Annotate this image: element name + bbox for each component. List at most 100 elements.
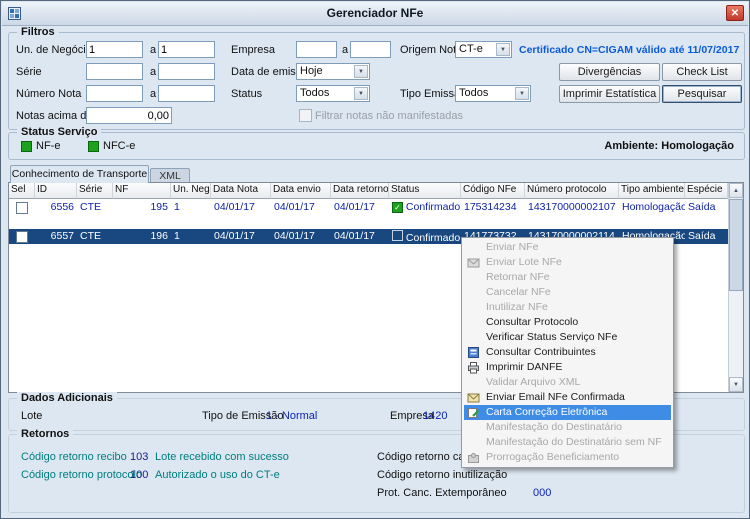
menu-item-manifestacao-destinatario: Manifestação do Destinatário <box>486 421 622 433</box>
column-header-numero-protocolo[interactable]: Número protocolo <box>525 183 619 199</box>
cell-id: 6556 <box>50 201 74 213</box>
title-bar[interactable]: Gerenciador NFe ✕ <box>2 2 748 26</box>
nfe-status-green-icon <box>21 141 32 152</box>
serie-to-input[interactable] <box>158 63 215 80</box>
recibo-mensagem: Lote recebido com sucesso <box>155 451 289 463</box>
numero-nota-from-input[interactable] <box>86 85 143 102</box>
menu-item-cancelar-nfe: Cancelar NFe <box>486 286 551 298</box>
tab-conhecimento-transporte[interactable]: Conhecimento de Transporte <box>10 165 149 183</box>
close-button[interactable]: ✕ <box>726 5 744 21</box>
cell-data-nota: 04/01/17 <box>214 230 255 242</box>
context-menu: Enviar NFe Enviar Lote NFe Retornar NFe … <box>461 237 674 468</box>
menu-item-retornar-nfe: Retornar NFe <box>486 271 550 283</box>
menu-item-imprimir-danfe[interactable]: Imprimir DANFE <box>464 360 671 375</box>
column-header-tipo-ambiente[interactable]: Tipo ambiente <box>619 183 685 199</box>
filtrar-manifestadas-label: Filtrar notas não manifestadas <box>315 110 463 122</box>
un-negocio-label: Un. de Negócio <box>16 44 92 56</box>
menu-item-consultar-protocolo[interactable]: Consultar Protocolo <box>464 315 671 330</box>
column-header-nf[interactable]: NF <box>113 183 171 199</box>
column-header-sel[interactable]: Sel <box>9 183 35 199</box>
notas-acima-input[interactable] <box>86 107 172 124</box>
column-header-data-envio[interactable]: Data envio <box>271 183 331 199</box>
serie-label: Série <box>16 66 42 78</box>
cell-codigo-nfe: 175314234 <box>464 201 517 213</box>
cell-serie: CTE <box>80 201 101 213</box>
tab-xml[interactable]: XML <box>150 168 190 183</box>
pesquisar-button[interactable]: Pesquisar <box>662 85 742 103</box>
retornos-title: Retornos <box>17 428 74 440</box>
table-row[interactable]: 6556 CTE 195 1 04/01/17 04/01/17 04/01/1… <box>9 200 728 215</box>
check-list-button[interactable]: Check List <box>662 63 742 81</box>
cell-tipo-ambiente: Homologação <box>622 201 685 213</box>
nfce-status-green-icon <box>88 141 99 152</box>
origem-nota-label: Origem Nota <box>400 44 463 56</box>
column-header-status[interactable]: Status <box>389 183 461 199</box>
imprimir-estatistica-button[interactable]: Imprimir Estatística <box>559 85 660 103</box>
menu-item-enviar-email-nfe-confirmada[interactable]: Enviar Email NFe Confirmada <box>464 390 671 405</box>
codigo-retorno-protocolo-label: Código retorno protocolo <box>21 469 143 481</box>
status-select[interactable]: Todos ▼ <box>296 85 370 102</box>
column-header-un-neg[interactable]: Un. Neg. <box>171 183 211 199</box>
cell-status: Confirmado <box>405 232 461 244</box>
status-servico-title: Status Serviço <box>17 126 102 138</box>
ambiente-text: Ambiente: Homologação <box>604 140 734 152</box>
origem-nota-select[interactable]: CT-e ▼ <box>455 41 512 58</box>
scroll-up-button[interactable]: ▲ <box>729 183 743 198</box>
gerenciador-nfe-window: Gerenciador NFe ✕ Filtros Un. de Negócio… <box>0 0 750 519</box>
tipo-emissao-select[interactable]: Todos ▼ <box>455 85 531 102</box>
tipo-emissao-dados-value: 1 - Normal <box>266 410 318 422</box>
vertical-scrollbar[interactable]: ▲ ▼ <box>728 183 743 392</box>
scroll-down-button[interactable]: ▼ <box>729 377 743 392</box>
cell-un-neg: 1 <box>174 201 180 213</box>
notas-acima-label: Notas acima de <box>16 110 93 122</box>
cell-id: 6557 <box>50 230 74 242</box>
data-emissao-value: Hoje <box>300 65 323 77</box>
chevron-down-icon: ▼ <box>515 87 529 100</box>
cell-status: Confirmado <box>405 201 461 213</box>
cell-especie: Saída <box>688 201 716 213</box>
divergencias-button[interactable]: Divergências <box>559 63 660 81</box>
scroll-down-icon: ▼ <box>733 381 739 388</box>
numero-nota-to-input[interactable] <box>158 85 215 102</box>
scrollbar-thumb[interactable] <box>729 199 743 291</box>
empresa-to-input[interactable] <box>350 41 391 58</box>
column-header-data-retorno[interactable]: Data retorno <box>331 183 389 199</box>
empresa-label: Empresa <box>231 44 276 56</box>
column-header-especie[interactable]: Espécie <box>685 183 728 199</box>
menu-item-verificar-status-servico-nfe[interactable]: Verificar Status Serviço NFe <box>464 330 671 345</box>
column-header-data-nota[interactable]: Data Nota <box>211 183 271 199</box>
status-checkbox-icon <box>392 230 403 241</box>
prot-canc-extemporaneo-value: 000 <box>533 487 552 499</box>
un-negocio-from-input[interactable] <box>86 41 143 58</box>
column-header-codigo-nfe[interactable]: Código NFe <box>461 183 525 199</box>
un-negocio-to-input[interactable] <box>158 41 215 58</box>
empresa-from-input[interactable] <box>296 41 337 58</box>
scroll-up-icon: ▲ <box>733 187 739 194</box>
email-icon <box>467 391 480 404</box>
menu-item-carta-correcao-eletronica[interactable]: Carta Correção Eletrônica <box>464 405 671 420</box>
menu-item-validar-arquivo-xml: Validar Arquivo XML <box>486 376 581 388</box>
column-header-serie[interactable]: Série <box>77 183 113 199</box>
cell-data-envio: 04/01/17 <box>274 201 315 213</box>
column-header-id[interactable]: ID <box>35 183 77 199</box>
menu-item-consultar-contribuintes[interactable]: Consultar Contribuintes <box>464 345 671 360</box>
lote-label: Lote <box>21 410 43 422</box>
nfe-status-label: NF-e <box>36 140 61 152</box>
cell-serie: CTE <box>80 230 101 242</box>
chevron-down-icon: ▼ <box>354 65 368 78</box>
status-label: Status <box>231 88 263 100</box>
data-emissao-select[interactable]: Hoje ▼ <box>296 63 370 80</box>
prot-canc-extemporaneo-label: Prot. Canc. Extemporâneo <box>377 487 507 499</box>
menu-item-enviar-lote-nfe: Enviar Lote NFe <box>464 255 671 270</box>
close-icon: ✕ <box>730 7 740 19</box>
filters-groupbox: Filtros Un. de Negócio a Empresa a Orige… <box>8 26 745 130</box>
row-select-checkbox[interactable] <box>16 231 28 243</box>
confirmed-check-icon: ✓ <box>392 202 403 213</box>
protocolo-mensagem: Autorizado o uso do CT-e <box>155 469 280 481</box>
serie-from-input[interactable] <box>86 63 143 80</box>
chevron-down-icon: ▼ <box>354 87 368 100</box>
row-select-checkbox[interactable] <box>16 202 28 214</box>
mail-icon <box>467 256 480 269</box>
status-value: Todos <box>300 87 330 99</box>
menu-item-manifestacao-destinatario-sem-nf: Manifestação do Destinatário sem NF <box>486 436 662 448</box>
